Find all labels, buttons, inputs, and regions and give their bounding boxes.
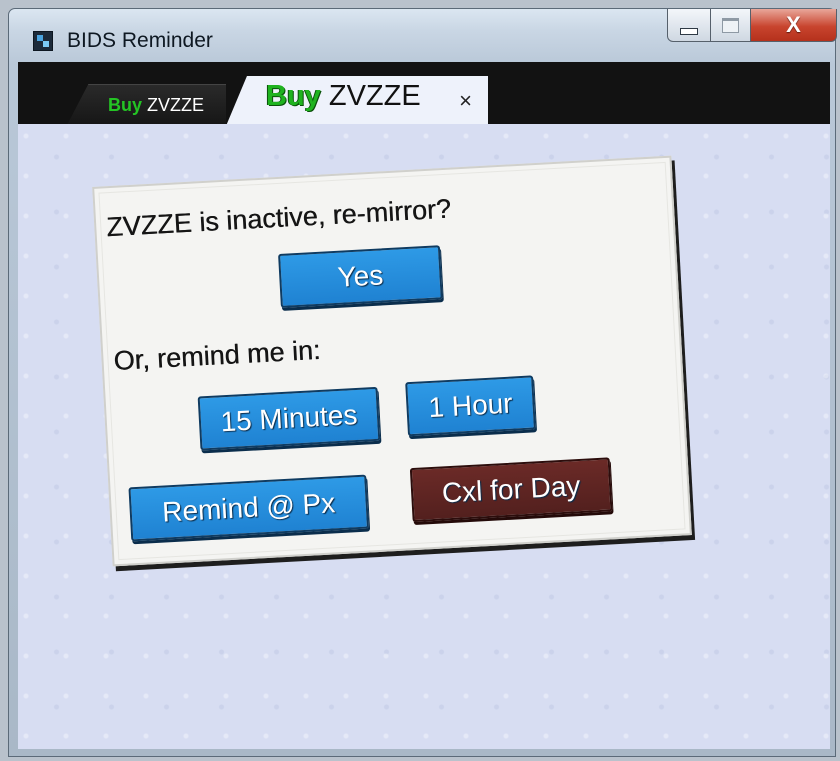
caption-buttons: X: [667, 9, 837, 43]
tab-strip: Buy ZVZZE Buy ZVZZE ×: [18, 62, 830, 127]
tab-symbol: ZVZZE: [147, 95, 205, 115]
cancel-for-day-button[interactable]: Cxl for Day: [409, 457, 613, 523]
tab-buy-label: Buy: [108, 95, 143, 115]
tab-label: Buy ZVZZE: [108, 95, 204, 116]
tab-close-icon[interactable]: ×: [459, 88, 472, 114]
maximize-icon: [722, 17, 739, 33]
app-icon: [33, 31, 53, 51]
close-button[interactable]: X: [751, 9, 837, 42]
close-icon: X: [786, 12, 801, 37]
window-title: BIDS Reminder: [67, 29, 213, 52]
tab-buy-zvzze-active[interactable]: Buy ZVZZE ×: [226, 76, 488, 126]
maximize-button[interactable]: [711, 9, 751, 42]
tab-buy-label: Buy: [266, 80, 321, 112]
tab-symbol: ZVZZE: [328, 80, 421, 112]
content-area: ZVZZE is inactive, re-mirror? Yes Or, re…: [18, 124, 830, 749]
remind-prompt: Or, remind me in:: [112, 334, 322, 377]
reminder-dialog: ZVZZE is inactive, re-mirror? Yes Or, re…: [92, 155, 692, 567]
inactive-prompt: ZVZZE is inactive, re-mirror?: [105, 193, 452, 243]
minimize-button[interactable]: [667, 9, 711, 42]
tab-label: Buy ZVZZE: [266, 80, 421, 113]
yes-button[interactable]: Yes: [278, 245, 443, 308]
remind-15-minutes-button[interactable]: 15 Minutes: [197, 386, 381, 451]
minimize-icon: [680, 27, 698, 35]
remind-at-price-button[interactable]: Remind @ Px: [128, 474, 370, 542]
remind-1-hour-button[interactable]: 1 Hour: [405, 375, 536, 437]
tab-buy-zvzze-inactive[interactable]: Buy ZVZZE: [66, 84, 226, 127]
title-bar[interactable]: BIDS Reminder X: [9, 9, 837, 69]
